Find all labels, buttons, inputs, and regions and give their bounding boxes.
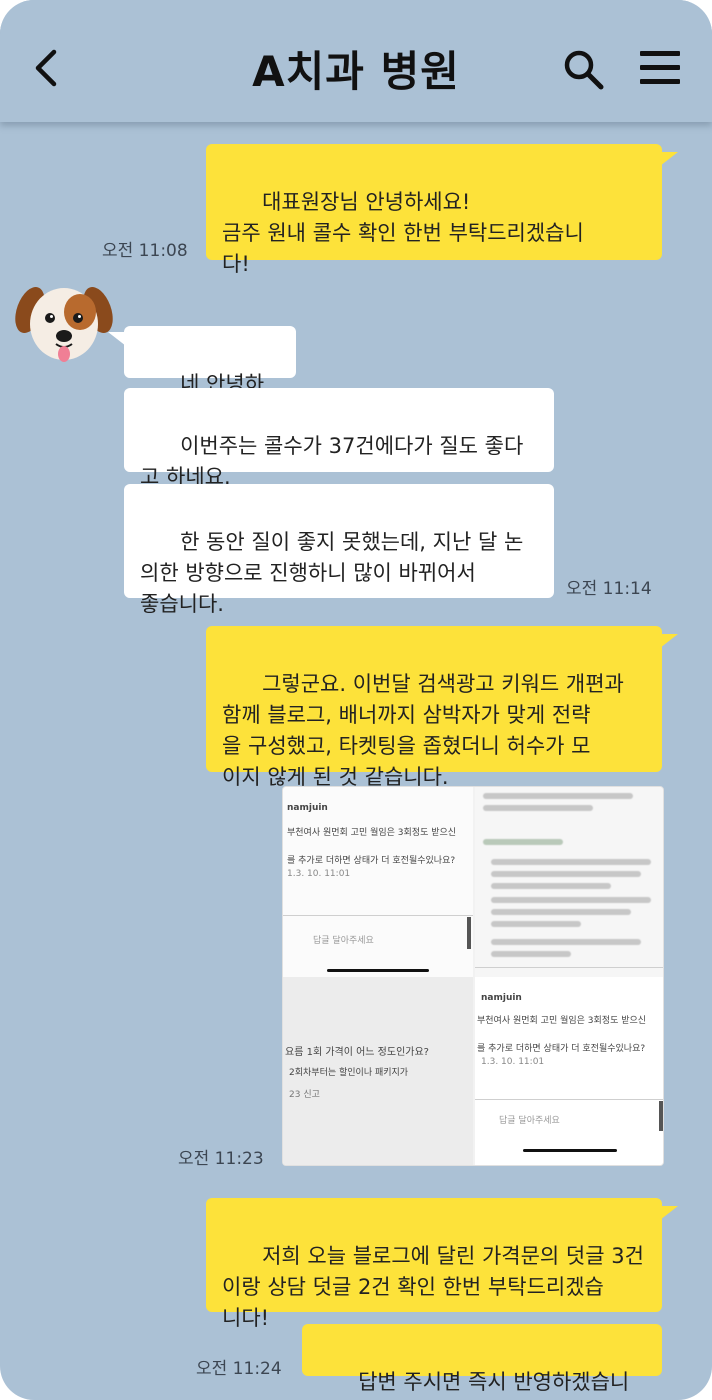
image-text: 2회차부터는 할인이나 패키지가 xyxy=(289,1068,409,1078)
home-indicator xyxy=(523,1149,617,1152)
divider xyxy=(283,915,473,916)
image-text: 를 추가로 더하면 상태가 더 호전될수있나요? xyxy=(477,1044,646,1054)
chat-header: A치과 병원 xyxy=(0,0,712,122)
search-button[interactable] xyxy=(562,48,606,92)
image-text: 부천여사 원먼회 고민 월임은 3회정도 받으신 xyxy=(477,1016,647,1026)
hamburger-menu-icon xyxy=(640,51,680,84)
my-message-bubble[interactable]: 대표원장님 안녕하세요! 금주 원내 콜수 확인 한번 부탁드리겠습니 다! xyxy=(206,144,662,276)
image-text: 1.3. 10. 11:01 xyxy=(481,1057,545,1067)
home-indicator xyxy=(327,969,429,972)
message-time: 오전 11:23 xyxy=(178,1149,264,1169)
avatar[interactable] xyxy=(14,280,114,370)
image-text: 1.3. 10. 11:01 xyxy=(287,869,351,879)
image-text: 답글 달아주세요 xyxy=(313,936,374,946)
search-icon xyxy=(564,50,604,90)
screenshot-pane-right: namjuin 부천여사 원먼회 고민 월임은 3회정도 받으신 를 추가로 더… xyxy=(475,787,663,1165)
their-message-bubble[interactable]: 이번주는 콜수가 37건에다가 질도 좋다 고 하네요. xyxy=(124,388,554,489)
screenshot-nested-pane: namjuin 부천여사 원먼회 고민 월임은 3회정도 받으신 를 추가로 더… xyxy=(475,977,663,1165)
message-time: 오전 11:24 xyxy=(196,1359,282,1379)
my-message-bubble[interactable]: 그렇군요. 이번달 검색광고 키워드 개편과 함께 블로그, 배너까지 삼박자가… xyxy=(206,626,662,789)
divider xyxy=(475,1099,663,1100)
image-text: 요름 1회 가격이 어느 정도인가요? xyxy=(285,1047,429,1058)
bubble-tail xyxy=(660,634,678,648)
message-text: 대표원장님 안녕하세요! 금주 원내 콜수 확인 한번 부탁드리겠습니 다! xyxy=(222,190,584,276)
my-message-bubble[interactable]: 답변 주시면 즉시 반영하겠습니다. xyxy=(302,1324,662,1394)
screenshot-pane-left: namjuin 부천여사 원먼회 고민 월임은 3회정도 받으신 를 추가로 더… xyxy=(283,787,473,1165)
their-message-bubble[interactable]: 네 안녕하세요. xyxy=(124,326,296,427)
scrollbar xyxy=(659,1101,663,1131)
image-text: 답글 달아주세요 xyxy=(499,1116,560,1126)
screenshot-lower-pane: 요름 1회 가격이 어느 정도인가요? 2회차부터는 할인이나 패키지가 23 … xyxy=(283,977,473,1165)
message-text: 이번주는 콜수가 37건에다가 질도 좋다 고 하네요. xyxy=(140,434,524,489)
scrollbar xyxy=(467,917,471,949)
message-time: 오전 11:08 xyxy=(102,241,188,261)
bubble-tail xyxy=(660,1206,678,1220)
my-message-bubble[interactable]: 저희 오늘 블로그에 달린 가격문의 덧글 3건 이랑 상담 덧글 2건 확인 … xyxy=(206,1198,662,1330)
chat-screen: A치과 병원 대표원장님 안녕하세요! 금주 원내 콜수 확인 한번 부탁드리겠… xyxy=(0,0,712,1400)
image-text: namjuin xyxy=(481,993,522,1003)
message-text: 저희 오늘 블로그에 달린 가격문의 덧글 3건 이랑 상담 덧글 2건 확인 … xyxy=(222,1244,644,1330)
bubble-tail xyxy=(108,332,126,346)
image-text: 를 추가로 더하면 상태가 더 호전될수있나요? xyxy=(287,856,456,866)
bubble-tail xyxy=(660,152,678,166)
menu-button[interactable] xyxy=(636,48,684,88)
image-text: 23 신고 xyxy=(289,1090,320,1100)
message-time: 오전 11:14 xyxy=(566,579,652,599)
message-text: 한 동안 질이 좋지 못했는데, 지난 달 논 의한 방향으로 진행하니 많이 … xyxy=(140,530,524,616)
message-text: 답변 주시면 즉시 반영하겠습니다. xyxy=(358,1370,630,1394)
their-message-bubble[interactable]: 한 동안 질이 좋지 못했는데, 지난 달 논 의한 방향으로 진행하니 많이 … xyxy=(124,484,554,616)
puppy-face-icon xyxy=(15,287,113,362)
image-attachment[interactable]: namjuin 부천여사 원먼회 고민 월임은 3회정도 받으신 를 추가로 더… xyxy=(282,786,664,1166)
message-list[interactable]: 대표원장님 안녕하세요! 금주 원내 콜수 확인 한번 부탁드리겠습니 다! 오… xyxy=(0,122,712,1400)
image-text: namjuin xyxy=(287,803,328,813)
image-text: 부천여사 원먼회 고민 월임은 3회정도 받으신 xyxy=(287,828,457,838)
message-text: 그렇군요. 이번달 검색광고 키워드 개편과 함께 블로그, 배너까지 삼박자가… xyxy=(222,672,624,789)
